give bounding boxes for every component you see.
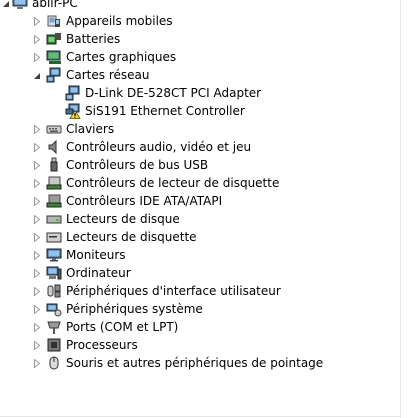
collapse-arrow-icon[interactable]	[33, 71, 41, 81]
ide-controller-icon	[46, 193, 62, 209]
tree-item-label: Lecteurs de disquette	[66, 230, 197, 244]
mobile-device-icon	[46, 13, 62, 29]
expand-arrow-icon[interactable]	[33, 358, 41, 368]
battery-icon	[46, 31, 62, 47]
expand-arrow-icon[interactable]	[33, 178, 41, 188]
tree-item-label: Claviers	[66, 122, 115, 136]
expand-arrow-icon[interactable]	[33, 268, 41, 278]
tree-child-sis191-controller[interactable]: SiS191 Ethernet Controller	[0, 102, 418, 120]
tree-item-label: Contrôleurs IDE ATA/ATAPI	[66, 194, 223, 208]
tree-root-label: abiir-PC	[32, 0, 78, 10]
expand-arrow-icon[interactable]	[33, 286, 41, 296]
tree-item-ordinateur[interactable]: Ordinateur	[0, 264, 418, 282]
tree-item-controleurs-ide[interactable]: Contrôleurs IDE ATA/ATAPI	[0, 192, 418, 210]
tree-item-cartes-graphiques[interactable]: Cartes graphiques	[0, 48, 418, 66]
tree-item-controleurs-disquette[interactable]: Contrôleurs de lecteur de disquette	[0, 174, 418, 192]
expand-arrow-icon[interactable]	[33, 322, 41, 332]
tree-item-label: Ordinateur	[66, 266, 131, 280]
tree-item-label: Contrôleurs de lecteur de disquette	[66, 176, 280, 190]
tree-child-dlink-adapter[interactable]: D-Link DE-528CT PCI Adapter	[0, 84, 418, 102]
expand-arrow-icon[interactable]	[33, 160, 41, 170]
tree-item-claviers[interactable]: Claviers	[0, 120, 418, 138]
tree-item-label: Processeurs	[66, 338, 138, 352]
expand-arrow-icon[interactable]	[33, 340, 41, 350]
disk-drive-icon	[46, 211, 62, 227]
tree-item-appareils-mobiles[interactable]: Appareils mobiles	[0, 12, 418, 30]
tree-item-cartes-reseau[interactable]: Cartes réseau	[0, 66, 418, 84]
tree-item-controleurs-audio[interactable]: Contrôleurs audio, vidéo et jeu	[0, 138, 418, 156]
display-adapter-icon	[46, 49, 62, 65]
mouse-icon	[46, 355, 62, 371]
tree-item-label: Cartes réseau	[66, 68, 150, 82]
floppy-controller-icon	[46, 175, 62, 191]
tree-item-controleurs-usb[interactable]: Contrôleurs de bus USB	[0, 156, 418, 174]
tree-item-label: SiS191 Ethernet Controller	[85, 104, 245, 118]
tree-item-lecteurs-disque[interactable]: Lecteurs de disque	[0, 210, 418, 228]
network-adapter-icon	[65, 85, 81, 101]
tree-item-peripheriques-interface[interactable]: Périphériques d'interface utilisateur	[0, 282, 418, 300]
tree-item-moniteurs[interactable]: Moniteurs	[0, 246, 418, 264]
tree-item-souris[interactable]: Souris et autres périphériques de pointa…	[0, 354, 418, 372]
floppy-drive-icon	[46, 229, 62, 245]
tree-item-label: Périphériques système	[66, 302, 203, 316]
expand-arrow-icon[interactable]	[33, 196, 41, 206]
tree-item-batteries[interactable]: Batteries	[0, 30, 418, 48]
system-device-icon	[46, 301, 62, 317]
tree-item-label: D-Link DE-528CT PCI Adapter	[85, 86, 262, 100]
computer-icon	[46, 265, 62, 281]
tree-item-label: Appareils mobiles	[66, 14, 173, 28]
expand-arrow-icon[interactable]	[33, 16, 41, 26]
network-adapter-icon	[46, 67, 62, 83]
port-icon	[46, 319, 62, 335]
tree-item-label: Moniteurs	[66, 248, 126, 262]
tree-item-label: Contrôleurs audio, vidéo et jeu	[66, 140, 252, 154]
tree-item-label: Ports (COM et LPT)	[66, 320, 179, 334]
expand-arrow-icon[interactable]	[33, 34, 41, 44]
tree-item-label: Lecteurs de disque	[66, 212, 180, 226]
monitor-icon	[46, 247, 62, 263]
speaker-icon	[46, 139, 62, 155]
keyboard-icon	[46, 121, 62, 137]
tree-item-lecteurs-disquette[interactable]: Lecteurs de disquette	[0, 228, 418, 246]
expand-arrow-icon[interactable]	[33, 142, 41, 152]
tree-item-label: Cartes graphiques	[66, 50, 177, 64]
tree-item-label: Batteries	[66, 32, 121, 46]
pane-border	[400, 0, 401, 418]
expand-arrow-icon[interactable]	[33, 232, 41, 242]
usb-icon	[46, 157, 62, 173]
computer-icon	[12, 0, 28, 11]
tree-item-label: Contrôleurs de bus USB	[66, 158, 209, 172]
expand-arrow-icon[interactable]	[33, 250, 41, 260]
tree-root[interactable]: abiir-PC	[0, 0, 418, 12]
expand-arrow-icon[interactable]	[33, 52, 41, 62]
expand-arrow-icon[interactable]	[33, 124, 41, 134]
tree-item-label: Souris et autres périphériques de pointa…	[66, 356, 324, 370]
processor-icon	[46, 337, 62, 353]
tree-item-peripheriques-systeme[interactable]: Périphériques système	[0, 300, 418, 318]
pane-border-bottom	[0, 416, 400, 417]
tree-item-processeurs[interactable]: Processeurs	[0, 336, 418, 354]
expand-arrow-icon[interactable]	[33, 214, 41, 224]
network-adapter-warning-icon	[65, 103, 81, 119]
hid-icon	[46, 283, 62, 299]
device-tree: abiir-PC Appareils mobiles Batteries Car…	[0, 0, 418, 418]
expand-arrow-icon[interactable]	[33, 304, 41, 314]
collapse-arrow-icon[interactable]	[2, 0, 10, 9]
tree-item-ports[interactable]: Ports (COM et LPT)	[0, 318, 418, 336]
tree-item-label: Périphériques d'interface utilisateur	[66, 284, 281, 298]
